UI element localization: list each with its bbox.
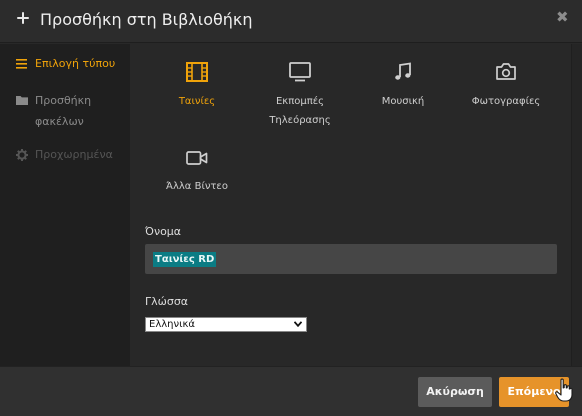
library-name-value: Ταινίες RD	[153, 252, 217, 267]
gear-icon	[16, 149, 28, 161]
dialog-title: Προσθήκη στη Βιβλιοθήκη	[40, 10, 253, 29]
film-icon	[186, 62, 208, 82]
media-type-other-videos[interactable]: Άλλα Βίντεο	[147, 149, 247, 196]
media-type-movies[interactable]: Ταινίες	[147, 62, 247, 111]
library-name-input[interactable]: Ταινίες RD	[145, 244, 557, 274]
dialog-footer	[0, 366, 582, 416]
sidebar-item-label: Προσθήκη φακέλων	[35, 94, 92, 128]
media-type-music[interactable]: Μουσική	[353, 62, 453, 111]
close-icon[interactable]: ✖	[556, 8, 569, 26]
scrollbar[interactable]	[571, 44, 582, 366]
plus-icon	[14, 9, 32, 27]
sidebar-item-label: Επιλογή τύπου	[35, 57, 116, 70]
media-type-photos[interactable]: Φωτογραφίες	[456, 62, 556, 111]
wizard-sidebar: Επιλογή τύπου Προσθήκη φακέλων Προχωρημέ…	[0, 44, 130, 366]
music-note-icon	[395, 62, 411, 80]
media-type-label: Μουσική	[381, 96, 425, 107]
add-library-dialog: Προσθήκη στη Βιβλιοθήκη ✖ Επιλογή τύπου …	[0, 0, 582, 416]
name-field-label: Όνομα	[145, 225, 182, 238]
media-type-tv-shows[interactable]: Εκπομπές Τηλεόρασης	[250, 62, 350, 130]
chevron-down-icon	[294, 321, 302, 327]
language-field-label: Γλώσσα	[145, 295, 189, 308]
hand-cursor-icon	[555, 378, 573, 402]
media-type-label: Άλλα Βίντεο	[166, 181, 228, 192]
list-icon	[16, 59, 27, 69]
dialog-header: Προσθήκη στη Βιβλιοθήκη ✖	[0, 0, 582, 43]
camera-icon	[496, 63, 516, 80]
media-type-label: Εκπομπές Τηλεόρασης	[269, 96, 331, 126]
cancel-button[interactable]: Ακύρωση	[418, 377, 492, 407]
video-camera-icon	[186, 151, 208, 165]
language-select-value: Ελληνικά	[149, 319, 195, 330]
language-select[interactable]: Ελληνικά	[145, 317, 307, 332]
media-type-label: Ταινίες	[178, 96, 216, 107]
media-type-label: Φωτογραφίες	[471, 96, 541, 107]
folder-icon	[16, 96, 28, 105]
sidebar-item-label: Προχωρημένα	[35, 148, 113, 161]
tv-icon	[289, 62, 311, 82]
